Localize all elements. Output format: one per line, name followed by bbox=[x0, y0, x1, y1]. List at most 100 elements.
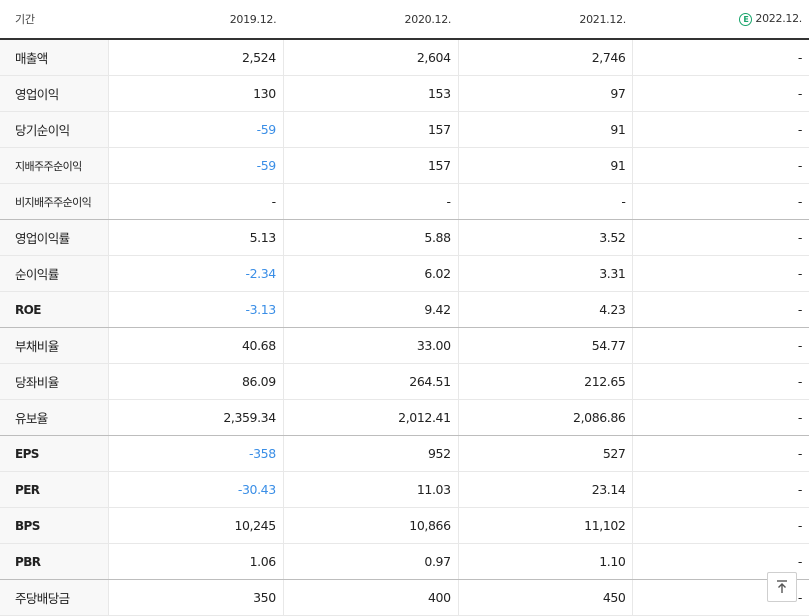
row-label: 영업이익 bbox=[0, 75, 109, 112]
arrow-up-to-top-icon bbox=[777, 580, 787, 593]
period-header: 기간 bbox=[0, 0, 109, 40]
row-label: 영업이익률 bbox=[0, 219, 109, 256]
table-cell: 40.68 bbox=[107, 327, 284, 364]
table-row: 영업이익 130 153 97- bbox=[0, 75, 809, 112]
table-row: ROE -3.13 9.42 4.23- bbox=[0, 291, 809, 328]
table-cell: 54.77 bbox=[457, 327, 633, 364]
table-row: 영업이익률 5.13 5.88 3.52- bbox=[0, 219, 809, 256]
table-cell: - bbox=[632, 507, 809, 544]
row-label: PBR bbox=[0, 543, 109, 580]
table-cell: 350 bbox=[107, 579, 284, 616]
row-label: 지배주주순이익 bbox=[0, 147, 109, 184]
table-cell: - bbox=[632, 291, 809, 328]
table-row: PBR 1.06 0.97 1.10- bbox=[0, 543, 809, 580]
table-cell: - bbox=[632, 147, 809, 184]
table-row: 지배주주순이익 -59 157 91- bbox=[0, 147, 809, 184]
table-cell: -2.34 bbox=[107, 255, 284, 292]
column-header-2022: E 2022.12. bbox=[632, 0, 809, 40]
table-cell: 1.10 bbox=[457, 543, 633, 580]
table-cell: - bbox=[107, 183, 284, 220]
table-cell: - bbox=[632, 471, 809, 508]
table-cell: 952 bbox=[282, 435, 459, 472]
table-cell: 86.09 bbox=[107, 363, 284, 400]
table-cell: 2,359.34 bbox=[107, 399, 284, 436]
column-header-2019: 2019.12. bbox=[108, 0, 284, 40]
table-row: 부채비율 40.68 33.00 54.77- bbox=[0, 327, 809, 364]
table-cell: 2,524 bbox=[107, 39, 284, 76]
column-header-2022-label: 2022.12. bbox=[755, 12, 802, 26]
financial-summary-table: 기간 2019.12. 2020.12. 2021.12. E 2022.12. … bbox=[0, 0, 809, 616]
table-row: 비지배주주순이익 - - - - bbox=[0, 183, 809, 220]
row-label: 당기순이익 bbox=[0, 111, 109, 148]
table-cell: - bbox=[632, 111, 809, 148]
table-cell: 2,012.41 bbox=[282, 399, 459, 436]
table-row: 당좌비율 86.09 264.51 212.65- bbox=[0, 363, 809, 400]
table-cell: 11.03 bbox=[282, 471, 459, 508]
table-row: EPS -358 952 527- bbox=[0, 435, 809, 472]
estimate-icon: E bbox=[739, 12, 753, 26]
column-header-2021: 2021.12. bbox=[458, 0, 633, 40]
table-cell: - bbox=[282, 183, 459, 220]
table-cell: - bbox=[632, 39, 809, 76]
row-label: 유보율 bbox=[0, 399, 109, 436]
table-cell: -59 bbox=[107, 147, 284, 184]
table-cell: 3.52 bbox=[457, 219, 633, 256]
table-cell: 23.14 bbox=[457, 471, 633, 508]
table-cell: 2,086.86 bbox=[457, 399, 633, 436]
table-cell: 11,102 bbox=[457, 507, 633, 544]
table-row: BPS 10,245 10,866 11,102- bbox=[0, 507, 809, 544]
table-cell: - bbox=[632, 435, 809, 472]
row-label: 순이익률 bbox=[0, 255, 109, 292]
row-label: BPS bbox=[0, 507, 109, 544]
table-row: 당기순이익 -59 157 91- bbox=[0, 111, 809, 148]
table-row: PER -30.43 11.03 23.14- bbox=[0, 471, 809, 508]
table-cell: - bbox=[632, 75, 809, 112]
table-cell: 10,245 bbox=[107, 507, 284, 544]
table-header-row: 기간 2019.12. 2020.12. 2021.12. E 2022.12. bbox=[0, 0, 809, 40]
table-cell: -30.43 bbox=[107, 471, 284, 508]
row-label: EPS bbox=[0, 435, 109, 472]
table-cell: - bbox=[632, 327, 809, 364]
table-cell: 157 bbox=[282, 111, 459, 148]
table-cell: 2,746 bbox=[457, 39, 633, 76]
table-cell: 97 bbox=[457, 75, 633, 112]
table-cell: - bbox=[457, 183, 633, 220]
table-cell: - bbox=[632, 219, 809, 256]
table-cell: 2,604 bbox=[282, 39, 459, 76]
table-cell: 157 bbox=[282, 147, 459, 184]
table-cell: - bbox=[632, 183, 809, 220]
table-cell: 91 bbox=[457, 111, 633, 148]
table-cell: -3.13 bbox=[107, 291, 284, 328]
row-label: 비지배주주순이익 bbox=[0, 183, 109, 220]
table-row: 매출액 2,524 2,604 2,746- bbox=[0, 39, 809, 76]
table-cell: 5.88 bbox=[282, 219, 459, 256]
table-cell: 450 bbox=[457, 579, 633, 616]
row-label: PER bbox=[0, 471, 109, 508]
table-cell: - bbox=[632, 255, 809, 292]
table-cell: 130 bbox=[107, 75, 284, 112]
table-cell: 1.06 bbox=[107, 543, 284, 580]
table-cell: -358 bbox=[107, 435, 284, 472]
scroll-top-button[interactable] bbox=[767, 572, 797, 602]
table-cell: 527 bbox=[457, 435, 633, 472]
table-cell: 4.23 bbox=[457, 291, 633, 328]
row-label: 당좌비율 bbox=[0, 363, 109, 400]
table-cell: 400 bbox=[282, 579, 459, 616]
table-cell: 264.51 bbox=[282, 363, 459, 400]
table-cell: 91 bbox=[457, 147, 633, 184]
table-cell: 5.13 bbox=[107, 219, 284, 256]
table-cell: 10,866 bbox=[282, 507, 459, 544]
table-cell: - bbox=[632, 363, 809, 400]
table-cell: 3.31 bbox=[457, 255, 633, 292]
row-label: ROE bbox=[0, 291, 109, 328]
row-label: 매출액 bbox=[0, 39, 109, 76]
table-cell: 153 bbox=[282, 75, 459, 112]
table-cell: 33.00 bbox=[282, 327, 459, 364]
column-header-2020: 2020.12. bbox=[283, 0, 459, 40]
table-row: 순이익률 -2.34 6.02 3.31- bbox=[0, 255, 809, 292]
table-row: 주당배당금 350 400 450- bbox=[0, 579, 809, 616]
row-label: 주당배당금 bbox=[0, 579, 109, 616]
table-cell: 212.65 bbox=[457, 363, 633, 400]
table-row: 유보율 2,359.34 2,012.41 2,086.86- bbox=[0, 399, 809, 436]
table-cell: -59 bbox=[107, 111, 284, 148]
